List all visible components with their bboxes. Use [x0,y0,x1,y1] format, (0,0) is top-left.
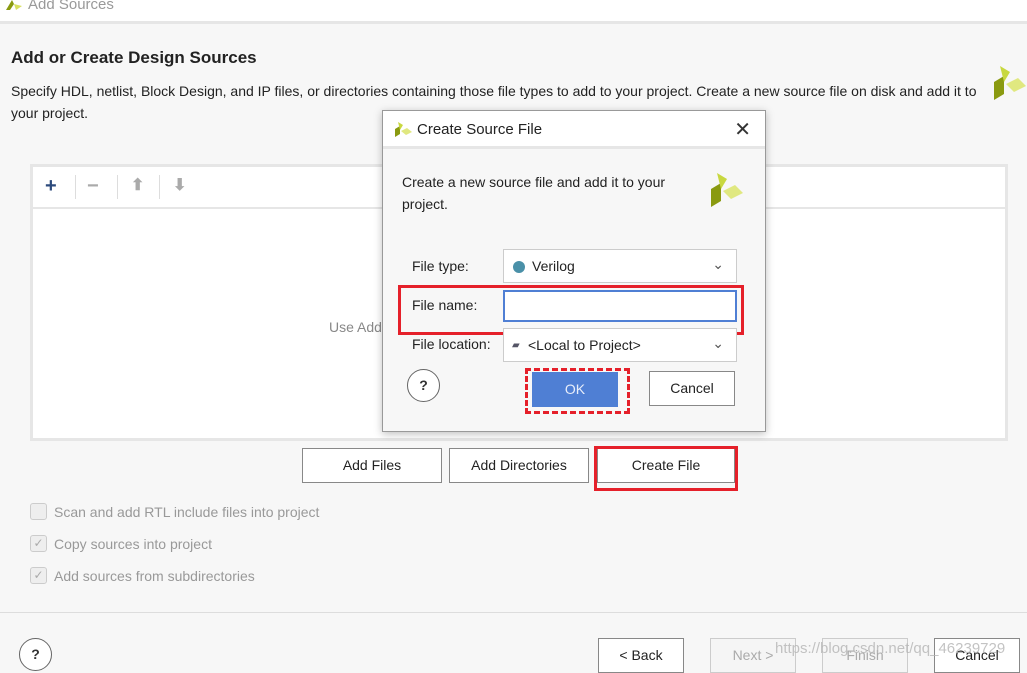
option-label: Scan and add RTL include files into proj… [54,503,320,520]
close-icon[interactable]: ✕ [734,117,751,142]
dialog-title: Create Source File [417,121,543,138]
option-label: Copy sources into project [54,535,212,552]
add-directories-button[interactable]: Add Directories [449,448,589,483]
chevron-down-icon: ⌄ [712,256,724,272]
dialog-description: Create a new source file and add it to y… [402,174,666,212]
window-title: Add Sources [28,0,114,13]
add-files-button[interactable]: Add Files [302,448,442,483]
highlight-box [525,368,630,414]
checkbox-checked[interactable]: ✓ [30,567,47,584]
dialog-titlebar: Create Source File ✕ [383,111,765,149]
watermark: https://blog.csdn.net/qq_46239729 [775,640,1006,657]
vivado-logo-icon [994,66,1026,100]
folder-icon: ▰ [512,340,520,351]
move-up-icon[interactable]: ⬆ [131,175,144,195]
file-type-label: File type: [412,258,469,274]
option-copy-sources[interactable]: ✓ Copy sources into project [30,535,212,552]
divider [0,612,1027,613]
chevron-down-icon: ⌄ [712,335,724,351]
window-titlebar: Add Sources [0,0,1027,24]
file-location-value: <Local to Project> [528,337,641,353]
vivado-logo-icon [395,122,412,137]
remove-icon[interactable]: − [87,175,99,198]
checkbox-checked[interactable]: ✓ [30,535,47,552]
option-subdirectories[interactable]: ✓ Add sources from subdirectories [30,567,255,584]
create-source-file-dialog: Create Source File ✕ Create a new source… [382,110,766,432]
dialog-help-button[interactable]: ? [407,369,440,402]
add-icon[interactable]: + [45,175,57,198]
back-button[interactable]: < Back [598,638,684,673]
file-location-label: File location: [412,336,491,352]
option-scan-rtl[interactable]: Scan and add RTL include files into proj… [30,503,319,520]
help-button[interactable]: ? [19,638,52,671]
vivado-logo-icon [6,0,22,10]
option-label: Add sources from subdirectories [54,567,255,584]
file-type-select[interactable]: Verilog ⌄ [503,249,737,283]
file-type-value: Verilog [532,258,575,274]
move-down-icon[interactable]: ⬇ [173,175,186,195]
panel-hint: Use Add [329,319,382,335]
checkbox[interactable] [30,503,47,520]
dialog-cancel-button[interactable]: Cancel [649,371,735,406]
file-location-select[interactable]: ▰ <Local to Project> ⌄ [503,328,737,362]
vivado-logo-icon [711,173,743,207]
highlight-box [594,446,738,491]
page-title: Add or Create Design Sources [11,48,257,67]
verilog-dot-icon [513,261,525,273]
